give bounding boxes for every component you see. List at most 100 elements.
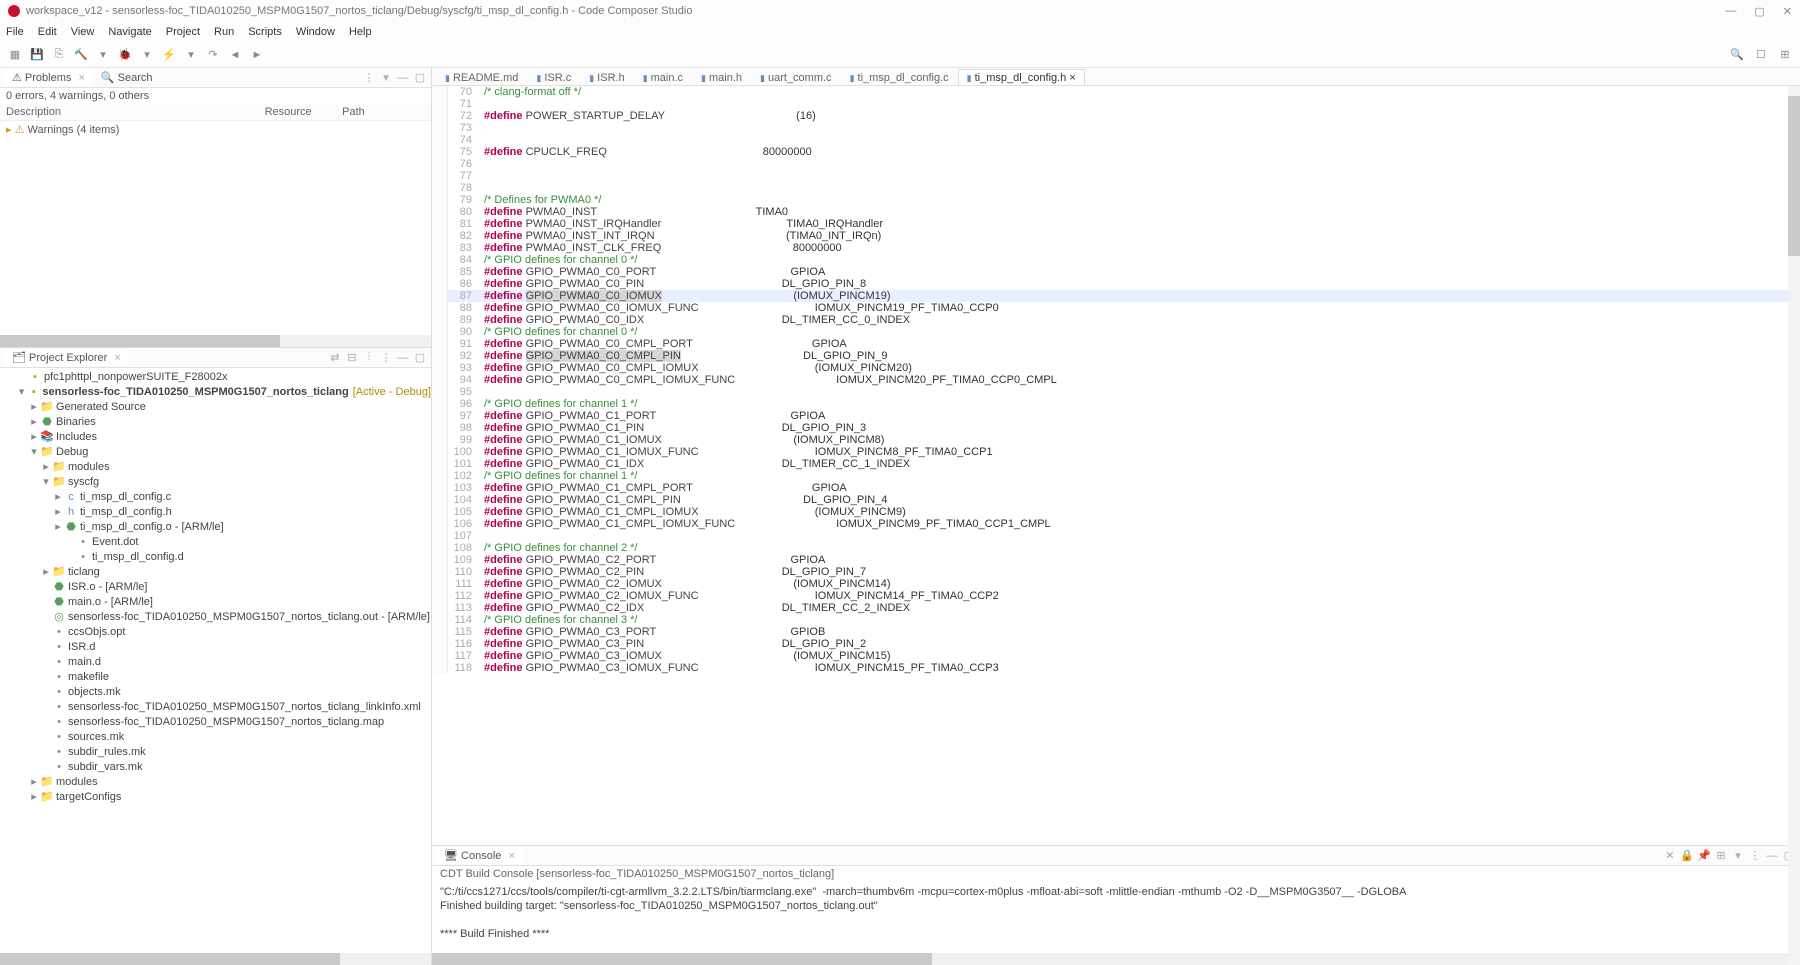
- code-line-99[interactable]: 99#define GPIO_PWMA0_C1_IOMUX (IOMUX_PIN…: [432, 434, 1800, 446]
- tab-problems[interactable]: ⚠ Problems ×: [4, 69, 93, 86]
- maximize-button[interactable]: ▢: [1754, 5, 1764, 18]
- problems-row-warnings[interactable]: ▸ ⚠ Warnings (4 items): [0, 121, 431, 139]
- code-line-81[interactable]: 81#define PWMA0_INST_IRQHandler TIMA0_IR…: [432, 218, 1800, 230]
- code-line-103[interactable]: 103#define GPIO_PWMA0_C1_CMPL_PORT GPIOA: [432, 482, 1800, 494]
- code-line-105[interactable]: 105#define GPIO_PWMA0_C1_CMPL_IOMUX (IOM…: [432, 506, 1800, 518]
- code-line-78[interactable]: 78: [432, 182, 1800, 194]
- code-line-97[interactable]: 97#define GPIO_PWMA0_C1_PORT GPIOA: [432, 410, 1800, 422]
- console-hscroll[interactable]: [432, 953, 1800, 965]
- file-event-dot[interactable]: •Event.dot: [4, 535, 431, 550]
- editor-vscroll[interactable]: [1788, 86, 1800, 965]
- collapse-all-icon[interactable]: ⊟: [345, 351, 359, 365]
- code-line-96[interactable]: 96/* GPIO defines for channel 1 */: [432, 398, 1800, 410]
- tab-console[interactable]: 🖥 Console ×: [436, 847, 523, 864]
- maximize-view-icon[interactable]: ▢: [413, 351, 427, 365]
- dropdown-icon[interactable]: ▾: [94, 46, 112, 64]
- code-line-71[interactable]: 71: [432, 98, 1800, 110]
- menu-help[interactable]: Help: [349, 26, 372, 38]
- minimize-view-icon[interactable]: —: [396, 351, 410, 365]
- menu-edit[interactable]: Edit: [38, 26, 57, 38]
- code-line-110[interactable]: 110#define GPIO_PWMA0_C2_PIN DL_GPIO_PIN…: [432, 566, 1800, 578]
- flash-icon[interactable]: ⚡: [160, 46, 178, 64]
- filter-icon[interactable]: ⫶: [362, 351, 376, 365]
- file-sources-mk[interactable]: •sources.mk: [4, 730, 431, 745]
- menu-file[interactable]: File: [6, 26, 24, 38]
- menu-project[interactable]: Project: [166, 26, 200, 38]
- close-icon[interactable]: ×: [1069, 72, 1075, 84]
- menu-view[interactable]: View: [71, 26, 95, 38]
- file-ti-msp-dl-config-h[interactable]: ▸hti_msp_dl_config.h: [4, 505, 431, 520]
- dropdown-icon[interactable]: ▾: [138, 46, 156, 64]
- code-line-90[interactable]: 90/* GPIO defines for channel 0 */: [432, 326, 1800, 338]
- code-line-77[interactable]: 77: [432, 170, 1800, 182]
- forward-icon[interactable]: ►: [248, 46, 266, 64]
- code-line-106[interactable]: 106#define GPIO_PWMA0_C1_CMPL_IOMUX_FUNC…: [432, 518, 1800, 530]
- scroll-lock-icon[interactable]: 🔒: [1680, 849, 1694, 863]
- file-linkinfo-xml[interactable]: •sensorless-foc_TIDA010250_MSPM0G1507_no…: [4, 700, 431, 715]
- code-line-79[interactable]: 79/* Defines for PWMA0 */: [432, 194, 1800, 206]
- save-all-icon[interactable]: ⎘: [50, 46, 68, 64]
- file-isr-d[interactable]: •ISR.d: [4, 640, 431, 655]
- filter-icon[interactable]: ⋮: [362, 71, 376, 85]
- folder-generated-source[interactable]: ▸📁Generated Source: [4, 400, 431, 415]
- code-line-100[interactable]: 100#define GPIO_PWMA0_C1_IOMUX_FUNC IOMU…: [432, 446, 1800, 458]
- project-pfc[interactable]: ▪pfc1phttpl_nonpowerSUITE_F28002x: [4, 370, 431, 385]
- editor-tab-uart_comm-c[interactable]: ▮uart_comm.c: [751, 69, 841, 85]
- editor-tab-main-c[interactable]: ▮main.c: [634, 69, 692, 85]
- code-line-88[interactable]: 88#define GPIO_PWMA0_C0_IOMUX_FUNC IOMUX…: [432, 302, 1800, 314]
- code-line-72[interactable]: 72#define POWER_STARTUP_DELAY (16): [432, 110, 1800, 122]
- code-line-117[interactable]: 117#define GPIO_PWMA0_C3_IOMUX (IOMUX_PI…: [432, 650, 1800, 662]
- close-button[interactable]: ✕: [1783, 5, 1792, 18]
- code-line-85[interactable]: 85#define GPIO_PWMA0_C0_PORT GPIOA: [432, 266, 1800, 278]
- code-line-75[interactable]: 75#define CPUCLK_FREQ 80000000: [432, 146, 1800, 158]
- file-subdir-rules-mk[interactable]: •subdir_rules.mk: [4, 745, 431, 760]
- code-line-86[interactable]: 86#define GPIO_PWMA0_C0_PIN DL_GPIO_PIN_…: [432, 278, 1800, 290]
- editor-tab-README-md[interactable]: ▮README.md: [436, 69, 527, 85]
- menu-scripts[interactable]: Scripts: [248, 26, 282, 38]
- col-path[interactable]: Path: [336, 104, 431, 121]
- dropdown-icon[interactable]: ▾: [182, 46, 200, 64]
- folder-target-configs[interactable]: ▸📁targetConfigs: [4, 790, 431, 805]
- view-menu-icon[interactable]: ▾: [379, 71, 393, 85]
- menu-window[interactable]: Window: [296, 26, 335, 38]
- build-icon[interactable]: 🔨: [72, 46, 90, 64]
- folder-modules[interactable]: ▸📁modules: [4, 460, 431, 475]
- tab-search[interactable]: 🔍 Search: [93, 69, 161, 86]
- file-isr-o[interactable]: ⬣ISR.o - [ARM/le]: [4, 580, 431, 595]
- code-line-104[interactable]: 104#define GPIO_PWMA0_C1_CMPL_PIN DL_GPI…: [432, 494, 1800, 506]
- code-line-114[interactable]: 114/* GPIO defines for channel 3 */: [432, 614, 1800, 626]
- menu-navigate[interactable]: Navigate: [108, 26, 151, 38]
- minimize-view-icon[interactable]: —: [396, 71, 410, 85]
- code-line-95[interactable]: 95: [432, 386, 1800, 398]
- editor-tab-ISR-c[interactable]: ▮ISR.c: [527, 69, 580, 85]
- code-line-111[interactable]: 111#define GPIO_PWMA0_C2_IOMUX (IOMUX_PI…: [432, 578, 1800, 590]
- code-line-89[interactable]: 89#define GPIO_PWMA0_C0_IDX DL_TIMER_CC_…: [432, 314, 1800, 326]
- folder-binaries[interactable]: ▸⬣Binaries: [4, 415, 431, 430]
- editor-tab-main-h[interactable]: ▮main.h: [692, 69, 751, 85]
- file-makefile[interactable]: •makefile: [4, 670, 431, 685]
- new-icon[interactable]: ▦: [6, 46, 24, 64]
- code-line-80[interactable]: 80#define PWMA0_INST TIMA0: [432, 206, 1800, 218]
- code-line-98[interactable]: 98#define GPIO_PWMA0_C1_PIN DL_GPIO_PIN_…: [432, 422, 1800, 434]
- file-map[interactable]: •sensorless-foc_TIDA010250_MSPM0G1507_no…: [4, 715, 431, 730]
- code-line-91[interactable]: 91#define GPIO_PWMA0_C0_CMPL_PORT GPIOA: [432, 338, 1800, 350]
- folder-modules-2[interactable]: ▸📁modules: [4, 775, 431, 790]
- close-icon[interactable]: ×: [114, 352, 120, 364]
- code-line-118[interactable]: 118#define GPIO_PWMA0_C3_IOMUX_FUNC IOMU…: [432, 662, 1800, 674]
- open-perspective-icon[interactable]: ☐: [1752, 46, 1770, 64]
- file-subdir-vars-mk[interactable]: •subdir_vars.mk: [4, 760, 431, 775]
- file-objects-mk[interactable]: •objects.mk: [4, 685, 431, 700]
- file-ti-msp-dl-config-o[interactable]: ▸⬣ti_msp_dl_config.o - [ARM/le]: [4, 520, 431, 535]
- search-icon[interactable]: 🔍: [1728, 46, 1746, 64]
- folder-ticlang[interactable]: ▸📁ticlang: [4, 565, 431, 580]
- file-ti-msp-dl-config-c[interactable]: ▸cti_msp_dl_config.c: [4, 490, 431, 505]
- code-line-70[interactable]: 70/* clang-format off */: [432, 86, 1800, 98]
- close-icon[interactable]: ×: [508, 850, 514, 862]
- code-line-83[interactable]: 83#define PWMA0_INST_CLK_FREQ 80000000: [432, 242, 1800, 254]
- save-icon[interactable]: 💾: [28, 46, 46, 64]
- minimize-button[interactable]: —: [1725, 5, 1736, 18]
- menu-run[interactable]: Run: [214, 26, 234, 38]
- file-ti-msp-dl-config-d[interactable]: •ti_msp_dl_config.d: [4, 550, 431, 565]
- code-line-108[interactable]: 108/* GPIO defines for channel 2 */: [432, 542, 1800, 554]
- folder-debug[interactable]: ▾📁Debug: [4, 445, 431, 460]
